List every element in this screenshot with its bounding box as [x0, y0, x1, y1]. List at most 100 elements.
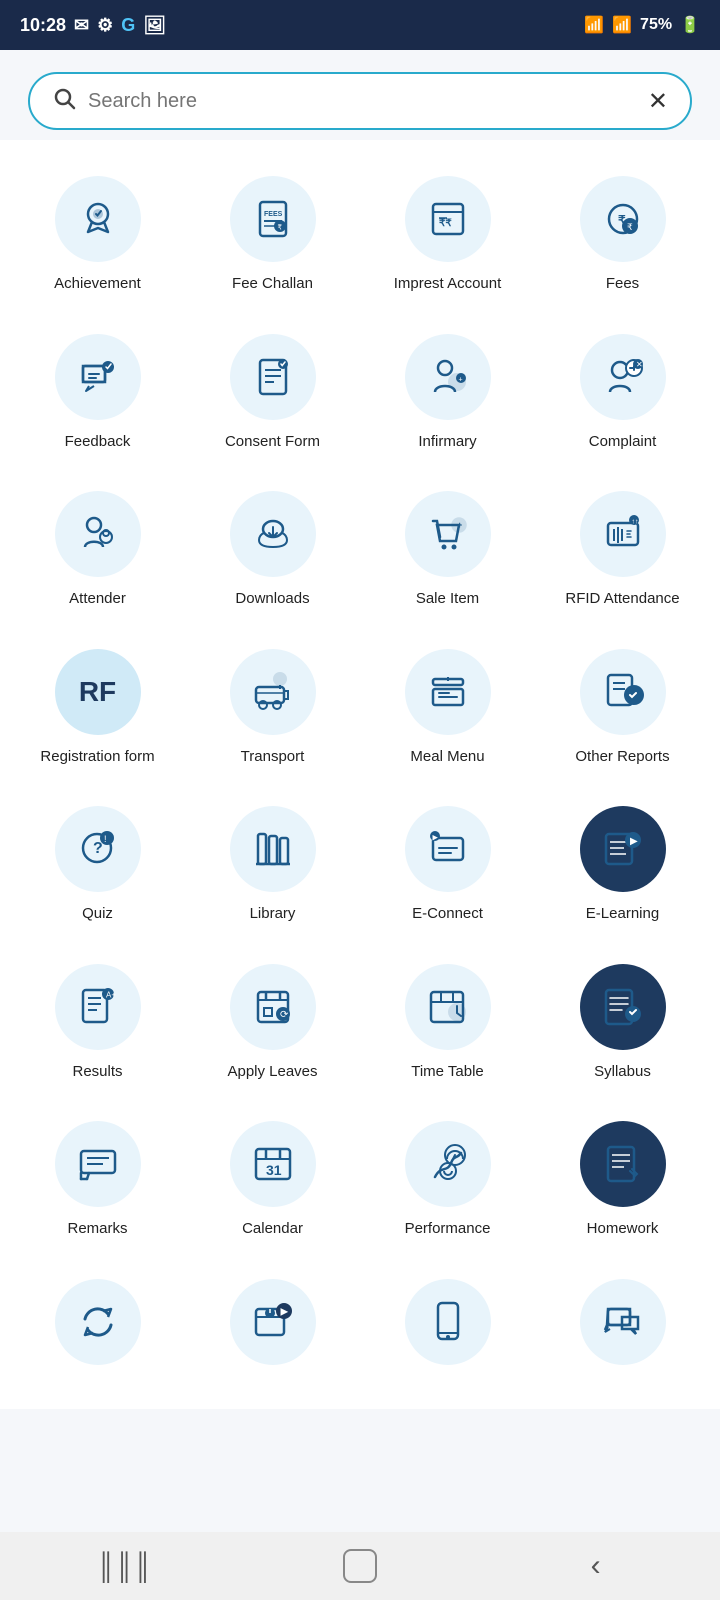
nav-home-btn[interactable]	[343, 1549, 377, 1583]
nav-back-btn[interactable]: ║║║	[94, 1536, 154, 1596]
nav-forward-btn[interactable]: ‹	[566, 1536, 626, 1596]
grid-item-calendar[interactable]: 31 Calendar	[185, 1103, 360, 1261]
grid-item-sync[interactable]	[10, 1261, 185, 1399]
grid-item-label-feedback: Feedback	[65, 432, 131, 452]
wifi-icon: 📶	[584, 15, 604, 35]
svg-text:₹: ₹	[627, 222, 633, 232]
grid-item-label-e-learning: E-Learning	[586, 904, 659, 924]
grid-item-sale-item[interactable]: + Sale Item	[360, 473, 535, 631]
grid-item-attender[interactable]: Attender	[10, 473, 185, 631]
grid-item-label-downloads: Downloads	[235, 589, 309, 609]
grid-item-mobile[interactable]	[360, 1261, 535, 1399]
quiz-icon: ?!	[55, 806, 141, 892]
grid-item-label-achievement: Achievement	[54, 274, 141, 294]
grid-item-consent-form[interactable]: Consent Form	[185, 316, 360, 474]
grid-item-label-quiz: Quiz	[82, 904, 113, 924]
search-input[interactable]	[88, 90, 636, 113]
grid-item-label-registration-form: Registration form	[40, 747, 154, 767]
svg-text:↑↑: ↑↑	[631, 519, 638, 526]
grid-item-registration-form[interactable]: RF Registration form	[10, 631, 185, 789]
grid-item-performance[interactable]: Performance	[360, 1103, 535, 1261]
syllabus-icon	[580, 964, 666, 1050]
time-table-icon	[405, 964, 491, 1050]
grid-item-remarks[interactable]: Remarks	[10, 1103, 185, 1261]
photo-icon: 🖼	[143, 15, 166, 36]
grid-item-imprest-account[interactable]: ₹₹ Imprest Account	[360, 158, 535, 316]
grid-item-label-other-reports: Other Reports	[575, 747, 669, 767]
sync-icon	[55, 1279, 141, 1365]
wifi-icon-small: ⚙	[97, 15, 113, 36]
grid-item-meal-menu[interactable]: Meal Menu	[360, 631, 535, 789]
svg-text:▶: ▶	[630, 836, 638, 847]
grid-item-fees[interactable]: ₹₹Fees	[535, 158, 710, 316]
sale-item-icon: +	[405, 491, 491, 577]
schedule-icon: ▶	[230, 1279, 316, 1365]
grid-item-infirmary[interactable]: +Infirmary	[360, 316, 535, 474]
clear-icon[interactable]: ✕	[648, 87, 668, 116]
grid-item-transport[interactable]: Transport	[185, 631, 360, 789]
grid-item-complaint[interactable]: ✕ Complaint	[535, 316, 710, 474]
downloads-icon	[230, 491, 316, 577]
feedback-icon	[55, 334, 141, 420]
grid-item-schedule[interactable]: ▶	[185, 1261, 360, 1399]
bottom-nav: ║║║ ‹	[0, 1532, 720, 1600]
grid-item-quiz[interactable]: ?! Quiz	[10, 788, 185, 946]
grid-item-label-performance: Performance	[405, 1219, 491, 1239]
svg-text:+: +	[458, 376, 462, 383]
grid-item-results[interactable]: A+Results	[10, 946, 185, 1104]
grid-item-syllabus[interactable]: Syllabus	[535, 946, 710, 1104]
app-grid: Achievement FEES ₹ Fee Challan ₹₹ Imprest Acc…	[0, 140, 720, 1409]
grid-item-label-fee-challan: Fee Challan	[232, 274, 313, 294]
grid-item-label-consent-form: Consent Form	[225, 432, 320, 452]
grid-item-label-imprest-account: Imprest Account	[394, 274, 502, 294]
grid-item-label-library: Library	[250, 904, 296, 924]
grid-item-label-transport: Transport	[241, 747, 305, 767]
infirmary-icon: +	[405, 334, 491, 420]
status-right: 📶 📶 75% 🔋	[584, 15, 700, 35]
e-learning-icon: ▶	[580, 806, 666, 892]
status-left: 10:28 ✉ ⚙ G 🖼	[20, 15, 166, 36]
complaint-icon: ✕	[580, 334, 666, 420]
grid-item-library[interactable]: Library	[185, 788, 360, 946]
svg-text:+: +	[457, 520, 462, 530]
grid-item-label-homework: Homework	[587, 1219, 659, 1239]
grid-item-label-fees: Fees	[606, 274, 639, 294]
svg-text:FEES: FEES	[264, 211, 283, 218]
rf-icon: RF	[79, 676, 116, 708]
grid-item-homework[interactable]: Homework	[535, 1103, 710, 1261]
grid-item-label-apply-leaves: Apply Leaves	[227, 1062, 317, 1082]
svg-text:!: !	[104, 834, 107, 844]
battery-icon: 🔋	[680, 15, 700, 35]
imprest-account-icon: ₹₹	[405, 176, 491, 262]
grid-item-apply-leaves[interactable]: ⟳ Apply Leaves	[185, 946, 360, 1104]
e-connect-icon: ▶	[405, 806, 491, 892]
grid-item-label-remarks: Remarks	[67, 1219, 127, 1239]
grid-item-time-table[interactable]: Time Table	[360, 946, 535, 1104]
consent-form-icon	[230, 334, 316, 420]
grid-item-label-meal-menu: Meal Menu	[410, 747, 484, 767]
grid-item-label-attender: Attender	[69, 589, 126, 609]
grid-item-label-calendar: Calendar	[242, 1219, 303, 1239]
apply-leaves-icon: ⟳	[230, 964, 316, 1050]
grid-item-achievement[interactable]: Achievement	[10, 158, 185, 316]
grid-item-rfid-attendance[interactable]: ↑↑RFID Attendance	[535, 473, 710, 631]
grid-item-e-connect[interactable]: ▶ E-Connect	[360, 788, 535, 946]
grid-item-label-sale-item: Sale Item	[416, 589, 479, 609]
svg-text:?: ?	[93, 840, 103, 857]
calendar-icon: 31	[230, 1121, 316, 1207]
grid-item-downloads[interactable]: Downloads	[185, 473, 360, 631]
performance-icon	[405, 1121, 491, 1207]
library-icon	[230, 806, 316, 892]
grid-item-feedback[interactable]: Feedback	[10, 316, 185, 474]
grid-item-label-e-connect: E-Connect	[412, 904, 483, 924]
rfid-attendance-icon: ↑↑	[580, 491, 666, 577]
grid-item-e-learning[interactable]: ▶ E-Learning	[535, 788, 710, 946]
grid-item-chat[interactable]	[535, 1261, 710, 1399]
grid-item-fee-challan[interactable]: FEES ₹ Fee Challan	[185, 158, 360, 316]
grid-item-other-reports[interactable]: Other Reports	[535, 631, 710, 789]
achievement-icon	[55, 176, 141, 262]
meal-menu-icon	[405, 649, 491, 735]
time-display: 10:28	[20, 15, 66, 36]
svg-text:₹: ₹	[277, 224, 282, 232]
grid-item-label-complaint: Complaint	[589, 432, 657, 452]
